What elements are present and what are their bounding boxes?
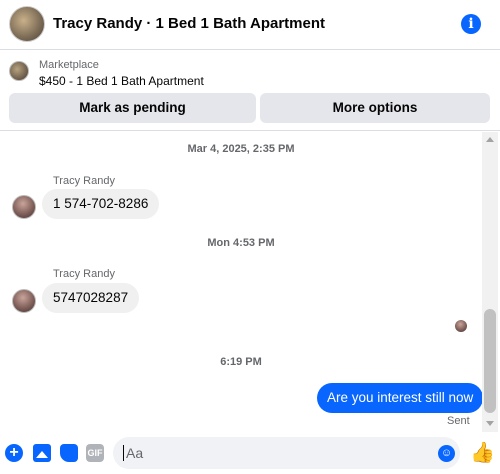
sticker-icon[interactable]: [60, 444, 78, 462]
listing-source: Marketplace: [39, 59, 99, 71]
message-input[interactable]: Aa ☺: [113, 437, 460, 469]
message-bubble-outgoing[interactable]: Are you interest still now: [317, 383, 484, 413]
gif-icon[interactable]: GIF: [86, 444, 104, 462]
seen-indicator-avatar: [455, 320, 467, 332]
scroll-down-arrow-icon[interactable]: [486, 421, 494, 426]
avatar[interactable]: [12, 195, 36, 219]
mark-as-pending-button[interactable]: Mark as pending: [9, 93, 256, 123]
timestamp: Mar 4, 2025, 2:35 PM: [187, 143, 295, 155]
sent-status: Sent: [447, 415, 470, 427]
sender-name: Tracy Randy: [53, 268, 115, 280]
listing-thumbnail[interactable]: [9, 61, 29, 81]
more-options-button[interactable]: More options: [260, 93, 490, 123]
avatar[interactable]: [12, 289, 36, 313]
scrollbar[interactable]: [482, 132, 498, 432]
info-icon[interactable]: i: [461, 14, 481, 34]
composer: + GIF Aa ☺ 👍: [0, 432, 500, 474]
conversation-title[interactable]: Tracy Randy · 1 Bed 1 Bath Apartment: [53, 15, 325, 32]
chat-header: Tracy Randy · 1 Bed 1 Bath Apartment i: [0, 0, 500, 50]
avatar[interactable]: [9, 6, 45, 42]
listing-price[interactable]: $450 - 1 Bed 1 Bath Apartment: [39, 74, 204, 88]
message-bubble[interactable]: 5747028287: [42, 283, 140, 313]
photo-icon[interactable]: [33, 444, 51, 462]
plus-icon[interactable]: +: [5, 444, 23, 462]
message-bubble[interactable]: 1 574-702-8286: [42, 189, 160, 219]
sender-name: Tracy Randy: [53, 175, 115, 187]
timestamp: 6:19 PM: [220, 356, 262, 368]
scroll-up-arrow-icon[interactable]: [486, 137, 494, 142]
message-list[interactable]: Mar 4, 2025, 2:35 PM Tracy Randy 1 574-7…: [0, 132, 484, 432]
scrollbar-thumb[interactable]: [484, 309, 496, 413]
listing-panel: Marketplace $450 - 1 Bed 1 Bath Apartmen…: [0, 51, 500, 131]
emoji-icon[interactable]: ☺: [438, 445, 455, 462]
like-icon[interactable]: 👍: [470, 442, 495, 464]
message-input-placeholder: Aa: [123, 445, 143, 461]
timestamp: Mon 4:53 PM: [207, 237, 275, 249]
